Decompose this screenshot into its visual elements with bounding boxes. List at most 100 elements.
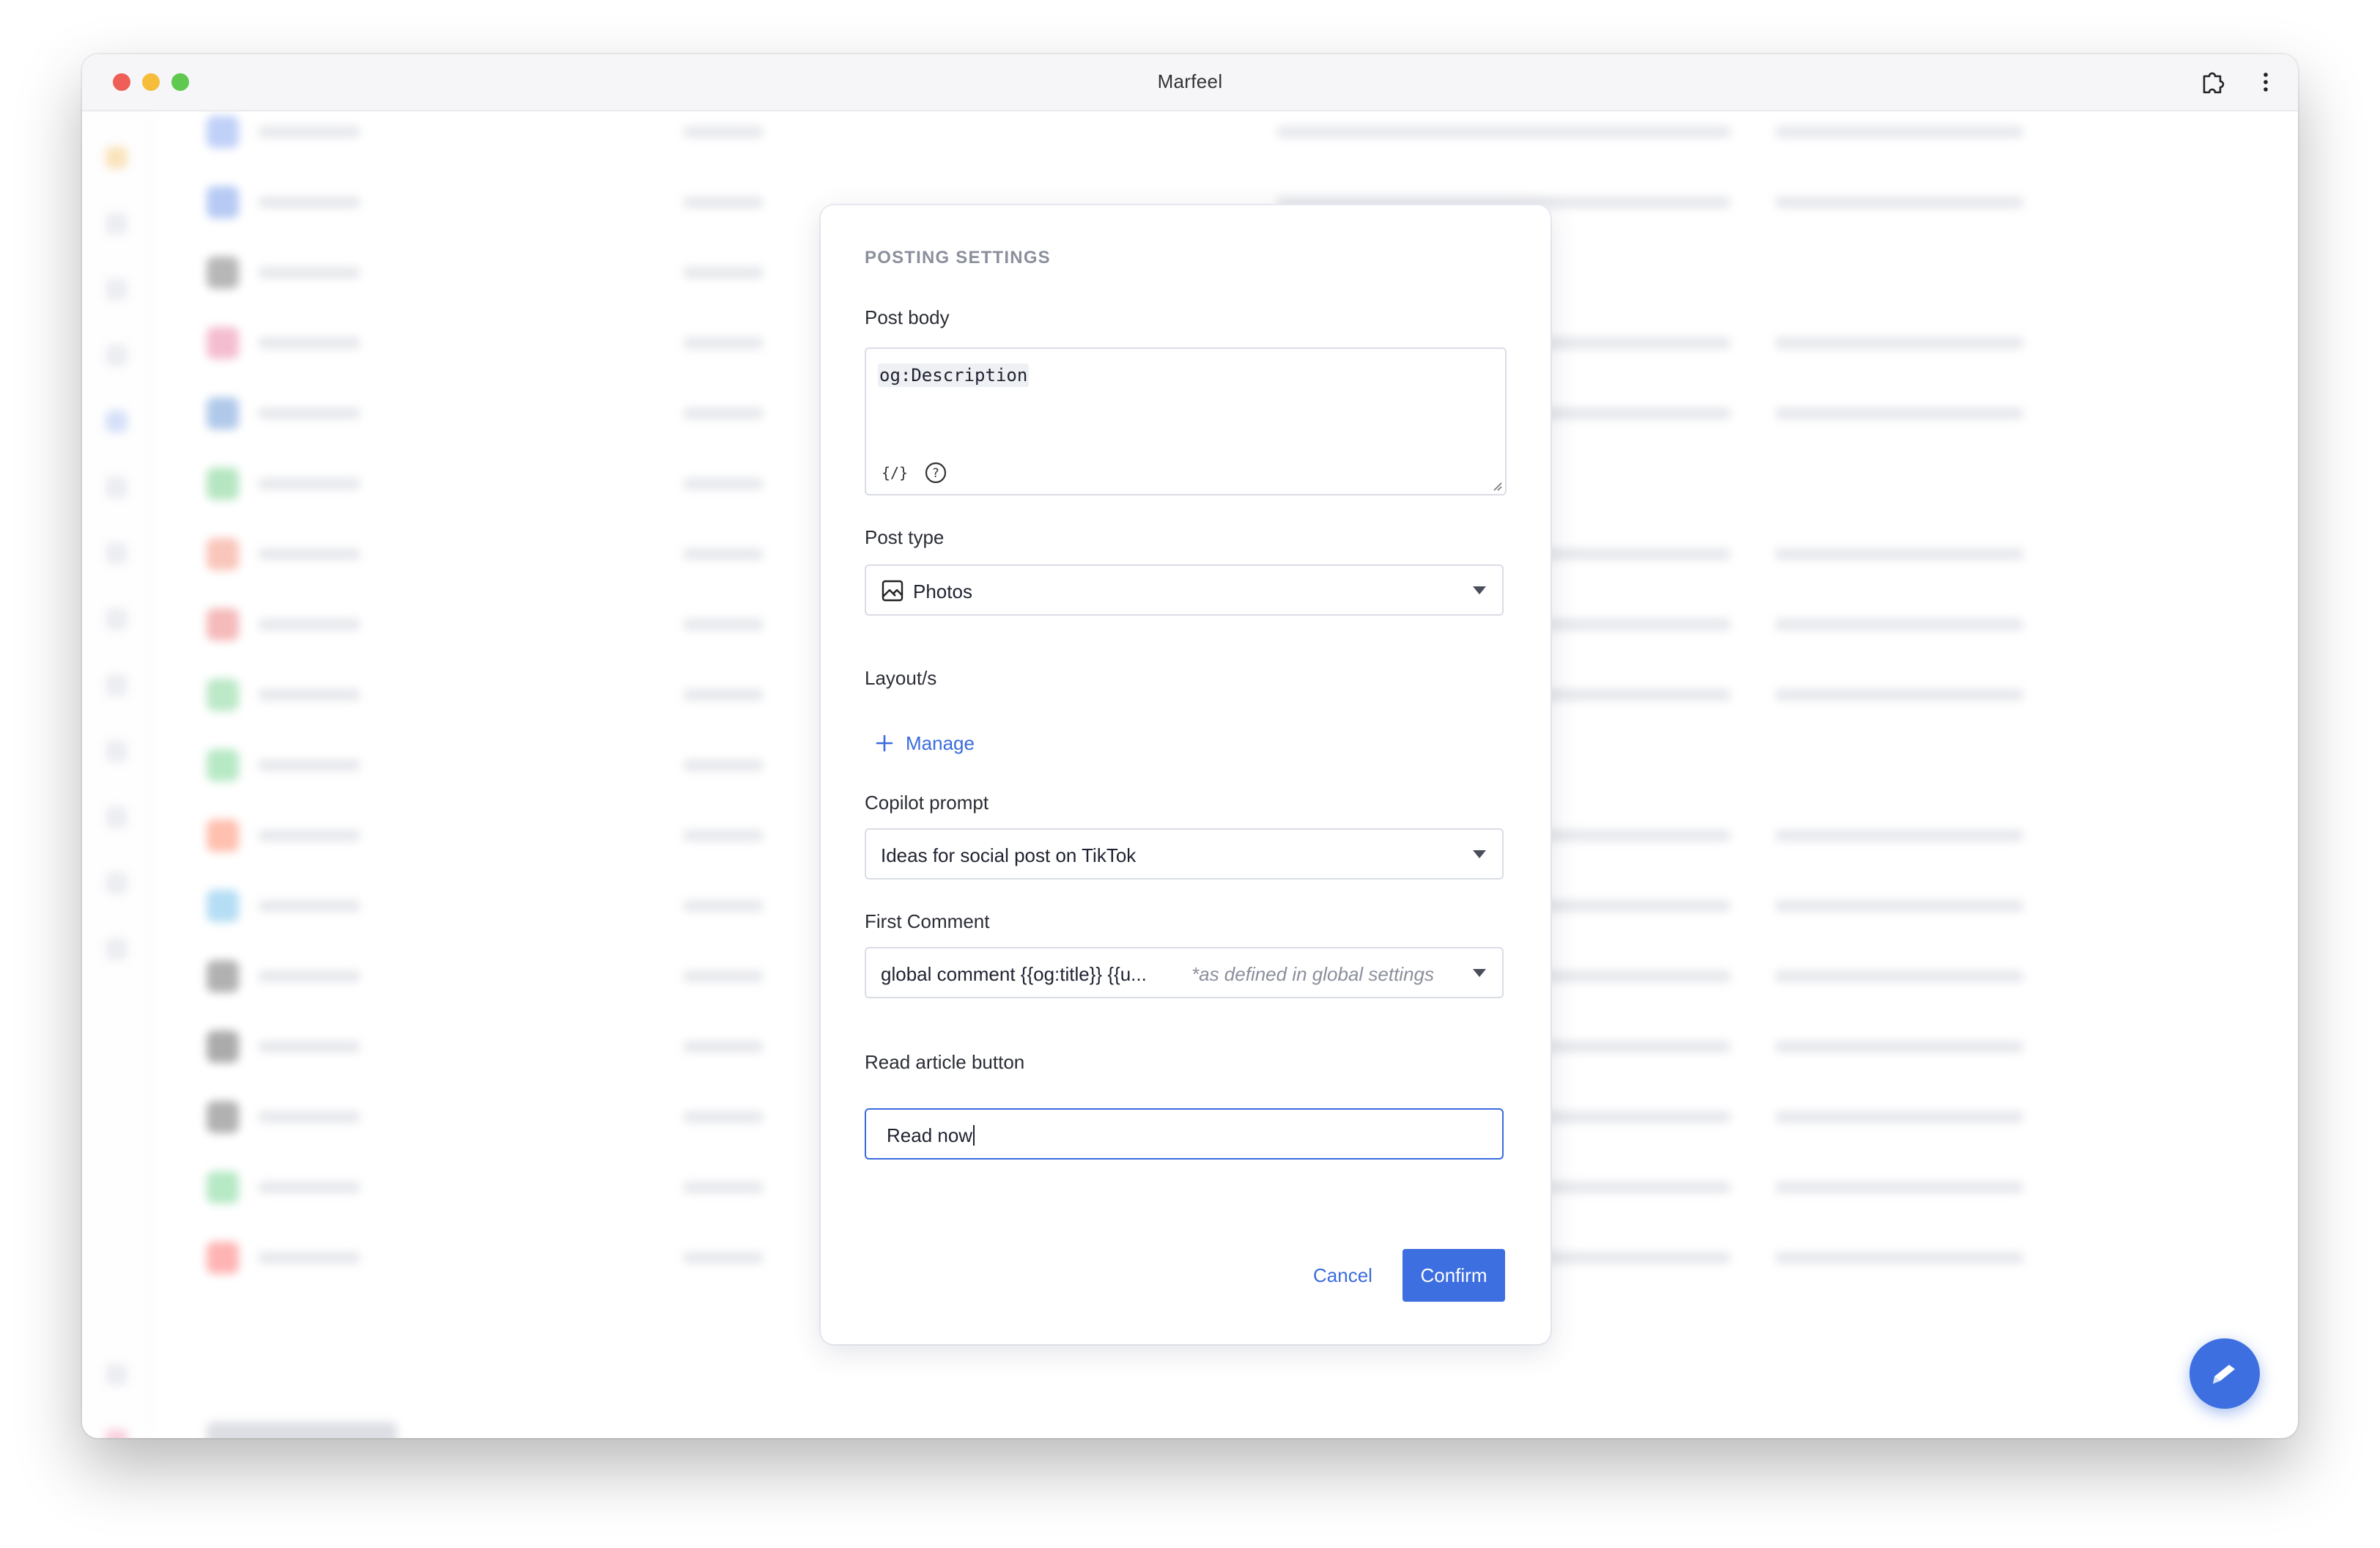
background-avatar [207, 890, 239, 922]
background-bar [1775, 619, 2024, 630]
extension-puzzle-icon[interactable] [2198, 67, 2228, 97]
dialog-title: POSTING SETTINGS [865, 248, 1051, 268]
window-title: Marfeel [1157, 70, 1223, 92]
post-body-value: og:Description [878, 364, 1030, 387]
first-comment-select[interactable]: global comment {{og:title}} {{u... *as d… [865, 947, 1504, 998]
background-bar [258, 408, 361, 419]
background-avatar [207, 1101, 239, 1133]
background-bar [1775, 830, 2024, 841]
bg-sidebar-icon [106, 1363, 128, 1385]
background-bar [258, 900, 361, 912]
insert-variable-icon[interactable]: {/} [882, 460, 907, 485]
background-bar [1775, 689, 2024, 701]
background-bar [258, 1041, 361, 1053]
plus-icon [876, 734, 893, 752]
read-article-button-input[interactable]: Read now [865, 1108, 1504, 1160]
background-bar [258, 1111, 361, 1123]
background-bar [683, 900, 764, 912]
background-bar [1775, 1111, 2024, 1123]
background-bar [683, 830, 764, 841]
background-avatar [207, 608, 239, 641]
background-row [207, 116, 2229, 148]
background-bar [683, 548, 764, 560]
background-bar [683, 689, 764, 701]
background-bar [683, 1182, 764, 1193]
first-comment-label: First Comment [865, 910, 990, 932]
background-bar [683, 1111, 764, 1123]
cancel-button[interactable]: Cancel [1301, 1249, 1384, 1302]
background-bar [258, 759, 361, 771]
post-type-select[interactable]: Photos [865, 564, 1504, 616]
bg-sidebar-icon [106, 938, 128, 960]
chat-bubble-icon [2213, 1365, 2235, 1384]
background-bar [1775, 970, 2024, 982]
background-avatar [207, 257, 239, 289]
bg-sidebar-icon [106, 1429, 128, 1438]
background-avatar [207, 1171, 239, 1204]
background-bar [683, 1041, 764, 1053]
background-bar [683, 478, 764, 490]
post-body-textarea[interactable]: og:Description {/} ? [865, 347, 1507, 495]
chevron-down-icon [1473, 969, 1486, 977]
background-bar [683, 267, 764, 279]
copilot-prompt-value: Ideas for social post on TikTok [881, 844, 1137, 866]
background-avatar [207, 186, 239, 218]
background-bar [258, 619, 361, 630]
background-bar [683, 619, 764, 630]
background-avatar [207, 749, 239, 781]
manage-label: Manage [906, 731, 975, 754]
background-avatar [207, 397, 239, 430]
background-avatar [207, 1242, 239, 1274]
background-bar [1775, 1182, 2024, 1193]
bg-sidebar-icon [106, 476, 128, 498]
bg-sidebar-icon [106, 344, 128, 366]
bg-sidebar-icon [106, 213, 128, 235]
svg-text:?: ? [932, 466, 939, 481]
chevron-down-icon [1473, 850, 1486, 858]
svg-text:{/}: {/} [882, 464, 907, 482]
background-bar [258, 478, 361, 490]
resize-handle-icon[interactable] [1490, 479, 1502, 491]
background-bar [683, 408, 764, 419]
bg-sidebar-icon [106, 806, 128, 828]
read-article-button-value: Read now [887, 1124, 973, 1146]
background-bar [258, 689, 361, 701]
background-bar [1775, 126, 2024, 138]
confirm-button[interactable]: Confirm [1402, 1249, 1505, 1302]
background-bar [258, 548, 361, 560]
background-bar [683, 126, 764, 138]
bg-sidebar-icon [106, 608, 128, 630]
background-bar [1775, 548, 2024, 560]
chat-assistant-button[interactable] [2189, 1338, 2260, 1409]
title-bar: Marfeel [82, 54, 2298, 111]
read-article-button-label: Read article button [865, 1051, 1025, 1073]
copilot-prompt-label: Copilot prompt [865, 792, 989, 814]
background-bar [683, 1252, 764, 1264]
background-bar [1276, 126, 1731, 138]
more-options-icon[interactable] [2251, 67, 2280, 97]
background-avatar [207, 538, 239, 570]
first-comment-hint: *as defined in global settings [1191, 963, 1435, 985]
background-bar [258, 830, 361, 841]
bg-sidebar-icon [106, 279, 128, 301]
background-bar [1775, 408, 2024, 419]
help-icon[interactable]: ? [923, 460, 948, 485]
bg-sidebar-icon [106, 542, 128, 564]
background-bar [1775, 337, 2024, 349]
background-bar [1775, 1252, 2024, 1264]
background-avatar [207, 468, 239, 500]
layouts-label: Layout/s [865, 667, 937, 689]
manage-layouts-button[interactable]: Manage [875, 729, 975, 758]
background-avatar [207, 679, 239, 711]
background-bar [258, 1182, 361, 1193]
background-avatar [207, 819, 239, 852]
background-avatar [207, 116, 239, 148]
background-bar [1775, 900, 2024, 912]
copilot-prompt-select[interactable]: Ideas for social post on TikTok [865, 828, 1504, 880]
background-avatar [207, 960, 239, 992]
post-type-value: Photos [913, 580, 972, 602]
background-bar [258, 337, 361, 349]
posting-settings-dialog: POSTING SETTINGS Post body og:Descriptio… [821, 205, 1551, 1344]
image-icon [882, 580, 903, 602]
background-sidebar [82, 110, 151, 1438]
